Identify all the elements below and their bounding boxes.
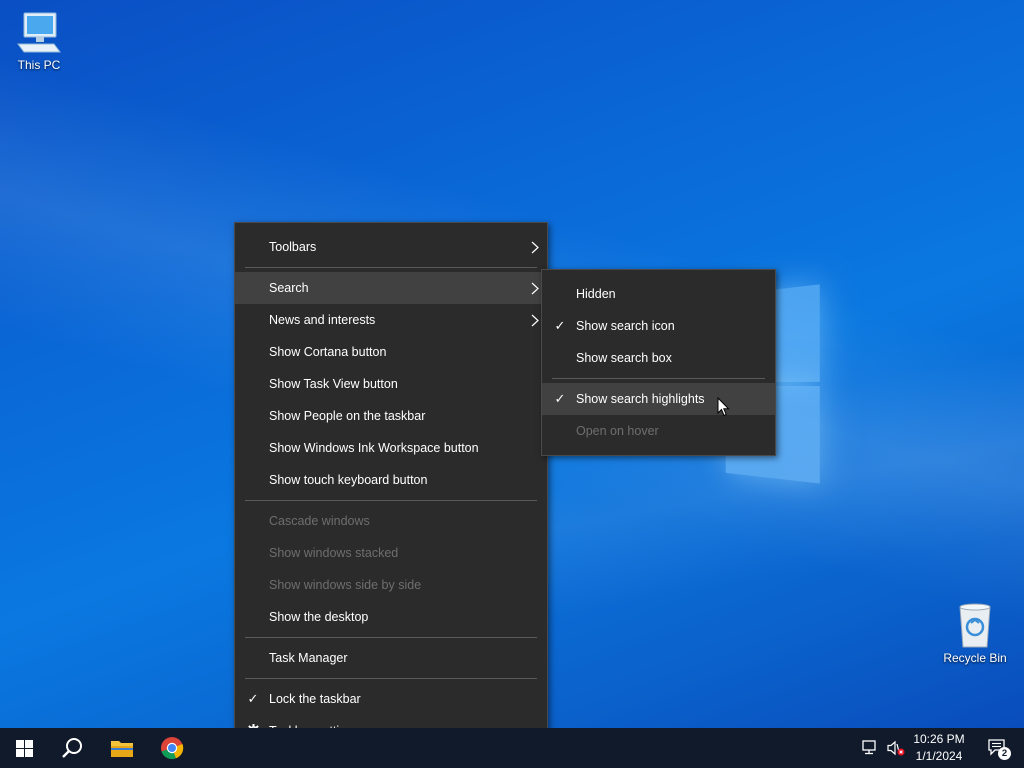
menu-item-task-manager[interactable]: Task Manager [235,642,547,674]
menu-separator [552,378,765,379]
desktop-icon-label: Recycle Bin [943,651,1007,665]
menu-item-label: Show the desktop [269,610,369,624]
volume-muted-icon[interactable] [884,728,908,768]
menu-item-toolbars[interactable]: Toolbars [235,231,547,263]
file-explorer-button[interactable] [98,728,146,768]
menu-separator [245,500,537,501]
computer-icon [14,10,64,56]
menu-item-label: Show search box [576,351,672,365]
chevron-right-icon [531,314,539,327]
menu-item-label: Show Windows Ink Workspace button [269,441,479,455]
folder-icon [111,741,133,757]
menu-item-show-people[interactable]: Show People on the taskbar [235,400,547,432]
menu-item-label: Task Manager [269,651,348,665]
clock-date: 1/1/2024 [915,749,963,763]
menu-item-label: Toolbars [269,240,317,254]
menu-item-label: Show search icon [576,319,675,333]
checkmark-icon: ✓ [554,318,566,333]
start-button[interactable] [0,728,48,768]
desktop-icon-this-pc[interactable]: This PC [2,10,76,72]
checkmark-icon: ✓ [554,391,566,406]
menu-separator [245,678,537,679]
menu-item-search[interactable]: Search [235,272,547,304]
menu-item-label: Show windows side by side [269,578,422,592]
menu-item-show-windows-stacked: Show windows stacked [235,537,547,569]
windows-start-icon [15,739,33,757]
chrome-icon [161,737,184,760]
chrome-button[interactable] [148,728,196,768]
menu-item-label: Show Task View button [269,377,398,391]
menu-item-lock-the-taskbar[interactable]: ✓ Lock the taskbar [235,683,547,715]
mouse-cursor-icon [717,397,730,417]
chevron-right-icon [531,241,539,254]
taskbar[interactable]: 10:26 PM 1/1/2024 2 [0,728,1024,768]
notification-count-badge: 2 [998,747,1011,760]
menu-item-label: Show search highlights [576,392,705,406]
desktop-icon-recycle-bin[interactable]: Recycle Bin [938,603,1012,665]
menu-separator [245,637,537,638]
submenu-item-show-search-box[interactable]: Show search box [542,342,775,374]
menu-item-show-the-desktop[interactable]: Show the desktop [235,601,547,633]
submenu-item-show-search-highlights[interactable]: ✓ Show search highlights [542,383,775,415]
menu-item-show-cortana-button[interactable]: Show Cortana button [235,336,547,368]
menu-item-show-touch-keyboard[interactable]: Show touch keyboard button [235,464,547,496]
checkmark-icon: ✓ [247,691,259,706]
submenu-item-open-on-hover: Open on hover [542,415,775,447]
menu-item-label: Show windows stacked [269,546,399,560]
taskbar-context-menu: Toolbars Search News and interests Show … [234,222,548,756]
menu-item-label: Lock the taskbar [269,692,361,706]
recycle-bin-icon [950,603,1000,649]
network-icon[interactable] [860,728,882,768]
menu-item-label: Open on hover [576,424,659,438]
menu-item-show-windows-ink-workspace[interactable]: Show Windows Ink Workspace button [235,432,547,464]
menu-item-label: Show touch keyboard button [269,473,428,487]
search-icon [62,738,82,758]
menu-separator [245,267,537,268]
menu-item-label: Hidden [576,287,616,301]
menu-item-show-windows-side-by-side: Show windows side by side [235,569,547,601]
menu-item-label: News and interests [269,313,376,327]
menu-item-cascade-windows: Cascade windows [235,505,547,537]
search-button[interactable] [48,728,96,768]
search-submenu: Hidden ✓ Show search icon Show search bo… [541,269,776,456]
menu-item-label: Show Cortana button [269,345,387,359]
menu-item-label: Search [269,281,309,295]
clock-time: 10:26 PM [913,732,965,746]
menu-item-label: Show People on the taskbar [269,409,426,423]
menu-item-news-and-interests[interactable]: News and interests [235,304,547,336]
submenu-item-show-search-icon[interactable]: ✓ Show search icon [542,310,775,342]
desktop-icon-label: This PC [17,58,61,72]
action-center-button[interactable]: 2 [978,728,1018,768]
menu-item-show-task-view-button[interactable]: Show Task View button [235,368,547,400]
taskbar-clock[interactable]: 10:26 PM 1/1/2024 [906,731,972,765]
chevron-right-icon [531,282,539,295]
menu-item-label: Cascade windows [269,514,370,528]
submenu-item-hidden[interactable]: Hidden [542,278,775,310]
